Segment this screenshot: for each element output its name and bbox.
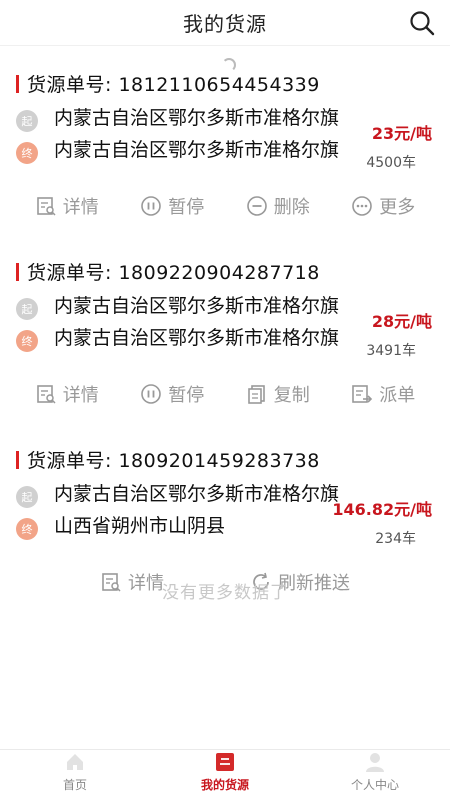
end-badge: 终 [16,518,38,540]
card-header: 货源单号: 1809201459283738 [16,446,320,473]
pause-button[interactable]: 暂停 [140,381,204,407]
order-number: 货源单号: 1809201459283738 [27,450,320,472]
price: 28元/吨 [371,312,432,331]
no-more-data: 没有更多数据了 [162,583,288,603]
cargo-list: 货源单号: 1812110654454339 起 内蒙古自治区鄂尔多斯市准格尔旗… [0,46,450,749]
copy-label: 复制 [273,385,310,406]
pause-icon [141,196,162,216]
pause-button[interactable]: 暂停 [140,193,204,219]
price: 146.82元/吨 [332,500,432,519]
tab-label: 首页 [62,778,87,792]
more-icon [352,196,373,216]
route: 起 内蒙古自治区鄂尔多斯市准格尔旗 终 内蒙古自治区鄂尔多斯市准格尔旗 [16,288,346,360]
cargo-icon [214,751,236,773]
card-actions: 详情 暂停 删除 更多 [0,186,450,226]
more-button[interactable]: 更多 [351,193,415,219]
search-icon[interactable] [408,9,436,37]
accent-bar [16,74,19,93]
details-button[interactable]: 详情 [35,193,99,219]
end-badge: 终 [16,142,38,164]
pause-icon [141,384,162,404]
delete-button[interactable]: 删除 [246,193,310,219]
dispatch-label: 派单 [379,385,416,406]
start-badge: 起 [16,486,38,508]
truck-count: 234车 [375,531,416,547]
route-start: 起 内蒙古自治区鄂尔多斯市准格尔旗 [16,106,344,132]
truck-count: 4500车 [366,155,416,171]
tab-label: 我的货源 [200,778,249,792]
person-icon [364,751,386,773]
start-place: 内蒙古自治区鄂尔多斯市准格尔旗 [54,107,340,129]
order-number: 货源单号: 1812110654454339 [27,74,320,96]
order-number: 货源单号: 1809220904287718 [27,262,320,284]
route-start: 起 内蒙古自治区鄂尔多斯市准格尔旗 [16,482,344,508]
app-header: 我的货源 [0,0,450,46]
route-start: 起 内蒙古自治区鄂尔多斯市准格尔旗 [16,294,344,320]
truck-count: 3491车 [366,343,416,359]
cargo-card[interactable]: 货源单号: 1809220904287718 起 内蒙古自治区鄂尔多斯市准格尔旗… [0,234,450,422]
copy-icon [247,385,265,404]
route-end: 终 山西省朔州市山阴县 [16,514,344,540]
delete-label: 删除 [273,197,310,218]
details-button[interactable]: 详情 [35,381,99,407]
route: 起 内蒙古自治区鄂尔多斯市准格尔旗 终 山西省朔州市山阴县 [16,476,346,548]
end-place: 山西省朔州市山阴县 [54,515,226,537]
start-badge: 起 [16,298,38,320]
tab-my-cargo[interactable]: 我的货源 [150,750,300,800]
dispatch-button[interactable]: 派单 [351,381,415,407]
tab-home[interactable]: 首页 [0,750,150,800]
cargo-card[interactable]: 货源单号: 1812110654454339 起 内蒙古自治区鄂尔多斯市准格尔旗… [0,46,450,234]
route-end: 终 内蒙古自治区鄂尔多斯市准格尔旗 [16,326,344,352]
tab-label: 个人中心 [350,778,399,792]
accent-bar [16,450,19,469]
tab-profile[interactable]: 个人中心 [300,750,450,800]
details-label: 详情 [62,385,99,406]
pause-label: 暂停 [168,197,205,218]
price: 23元/吨 [371,124,432,143]
start-place: 内蒙古自治区鄂尔多斯市准格尔旗 [54,295,340,317]
card-actions: 详情 暂停 复制 派单 [0,374,450,414]
details-icon [36,385,56,404]
details-icon [36,197,56,216]
home-icon [64,751,86,773]
accent-bar [16,262,19,281]
start-place: 内蒙古自治区鄂尔多斯市准格尔旗 [54,483,340,505]
end-place: 内蒙古自治区鄂尔多斯市准格尔旗 [54,139,340,161]
pause-label: 暂停 [168,385,205,406]
end-badge: 终 [16,330,38,352]
dispatch-icon [352,385,373,403]
card-header: 货源单号: 1812110654454339 [16,70,320,97]
page-title: 我的货源 [183,12,267,36]
copy-button[interactable]: 复制 [246,381,310,407]
route-end: 终 内蒙古自治区鄂尔多斯市准格尔旗 [16,138,344,164]
route: 起 内蒙古自治区鄂尔多斯市准格尔旗 终 内蒙古自治区鄂尔多斯市准格尔旗 [16,100,346,172]
start-badge: 起 [16,110,38,132]
tab-bar: 首页 我的货源 个人中心 [0,749,450,800]
end-place: 内蒙古自治区鄂尔多斯市准格尔旗 [54,327,340,349]
details-label: 详情 [62,197,99,218]
card-header: 货源单号: 1809220904287718 [16,258,320,285]
more-label: 更多 [379,197,416,218]
minus-circle-icon [246,196,267,216]
